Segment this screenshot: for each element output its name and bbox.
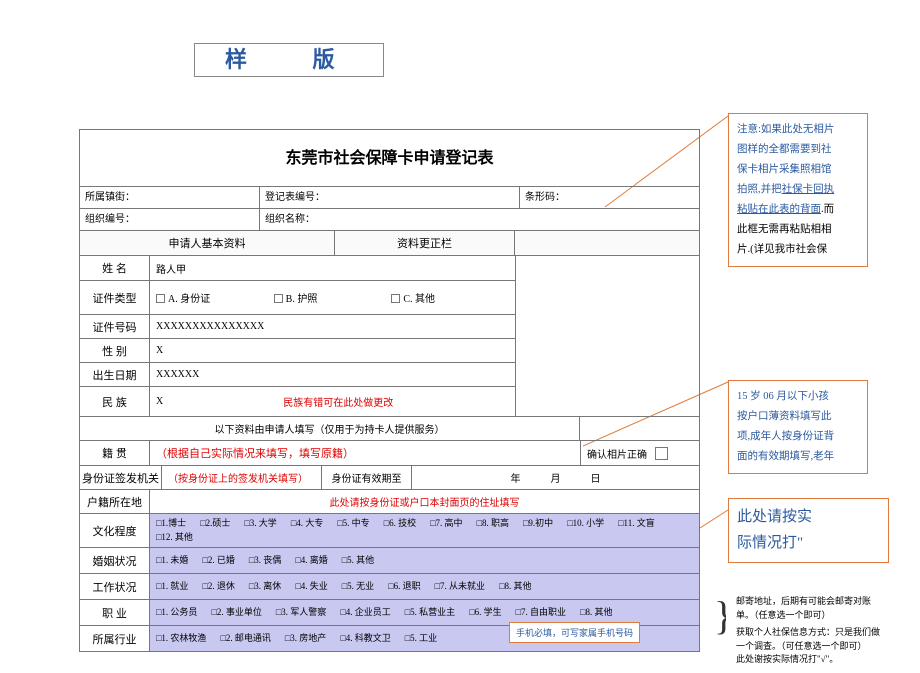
marriage-options[interactable]: □1. 未婚□2. 已婚□3. 丧偶□4. 离婚□5. 其他 xyxy=(150,548,699,573)
photo-placeholder xyxy=(515,256,699,416)
org-code-label: 组织编号： xyxy=(80,209,260,230)
sample-banner: 样 版 xyxy=(194,43,384,77)
name-row: 姓 名 路人甲 xyxy=(80,256,515,280)
basic-info-header: 申请人基本资料 xyxy=(80,231,335,255)
gender-label: 性 别 xyxy=(80,339,150,362)
id-expiry-date: 年月日 xyxy=(412,466,699,489)
gender-value: X xyxy=(150,339,515,362)
occupation-label: 职 业 xyxy=(80,600,150,625)
work-row: 工作状况 □1. 就业□2. 退休□3. 离休□4. 失业□5. 无业□6. 退… xyxy=(80,573,699,599)
photo-area-header xyxy=(515,231,699,255)
native-row: 籍 贯 （根据自己实际情况来填写，填写原籍） 确认相片正确 xyxy=(80,440,699,465)
dob-label: 出生日期 xyxy=(80,363,150,386)
doc-opt-a[interactable]: A. 身份证 xyxy=(156,290,274,305)
registered-hint: 此处请按身份证或户口本封面页的住址填写 xyxy=(150,490,699,513)
form-title: 东莞市社会保障卡申请登记表 xyxy=(80,130,699,186)
registered-label: 户籍所在地 xyxy=(80,490,150,513)
header-row-1: 所属镇街： 登记表编号： 条形码： xyxy=(80,186,699,208)
confirm-photo: 确认相片正确 xyxy=(581,441,699,465)
annotation-mail: 邮寄地址，后期有可能会邮寄对账单。（任意选一个即可） 获取个人社保信息方式：只是… xyxy=(728,589,889,673)
main-form: 东莞市社会保障卡申请登记表 所属镇街： 登记表编号： 条形码： 组织编号： 组织… xyxy=(79,129,700,652)
doc-type-row: 证件类型 A. 身份证 B. 护照 C. 其他 xyxy=(80,280,515,314)
education-row: 文化程度 □1.博士□2.硕士□3. 大学□4. 大专□5. 中专□6. 技校□… xyxy=(80,513,699,547)
marriage-label: 婚姻状况 xyxy=(80,548,150,573)
ethnic-value: X 民族有错可在此处做更改 xyxy=(150,387,515,416)
dob-value: XXXXXX xyxy=(150,363,515,386)
work-options[interactable]: □1. 就业□2. 退休□3. 离休□4. 失业□5. 无业□6. 退职□7. … xyxy=(150,574,699,599)
confirm-checkbox[interactable] xyxy=(655,447,668,460)
service-header: 以下资料由申请人填写（仅用于为持卡人提供服务） xyxy=(80,417,580,440)
annotation-photo: 注意:如果此处无相片 图样的全都需要到社 保卡相片采集照相馆 拍照,并把社保卡回… xyxy=(728,113,868,267)
registered-row: 户籍所在地 此处请按身份证或户口本封面页的住址填写 xyxy=(80,489,699,513)
dob-row: 出生日期 XXXXXX xyxy=(80,362,515,386)
section-header: 申请人基本资料 资料更正栏 xyxy=(80,230,699,255)
education-label: 文化程度 xyxy=(80,514,150,547)
body-left: 姓 名 路人甲 证件类型 A. 身份证 B. 护照 C. 其他 证件号码 XXX… xyxy=(80,256,515,416)
correction-header: 资料更正栏 xyxy=(335,231,515,255)
education-options[interactable]: □1.博士□2.硕士□3. 大学□4. 大专□5. 中专□6. 技校□7. 高中… xyxy=(150,514,699,547)
ethnic-label: 民 族 xyxy=(80,387,150,416)
doc-no-label: 证件号码 xyxy=(80,315,150,338)
doc-type-options: A. 身份证 B. 护照 C. 其他 xyxy=(150,281,515,314)
org-name-label: 组织名称： xyxy=(260,209,699,230)
id-agency-label: 身份证签发机关 xyxy=(80,466,162,489)
ethnic-row: 民 族 X 民族有错可在此处做更改 xyxy=(80,386,515,416)
town-label: 所属镇街： xyxy=(80,187,260,208)
ethnic-note: 民族有错可在此处做更改 xyxy=(283,394,393,409)
header-row-2: 组织编号： 组织名称： xyxy=(80,208,699,230)
body-grid: 姓 名 路人甲 证件类型 A. 身份证 B. 护照 C. 其他 证件号码 XXX… xyxy=(80,255,699,416)
industry-label: 所属行业 xyxy=(80,626,150,651)
brace-icon: } xyxy=(714,592,726,647)
doc-type-label: 证件类型 xyxy=(80,281,150,314)
doc-opt-b[interactable]: B. 护照 xyxy=(274,290,392,305)
reg-no-label: 登记表编号： xyxy=(260,187,520,208)
phone-note: 手机必填，可写家属手机号码 xyxy=(509,622,640,643)
annotation-check: 此处请按实 际情况打" xyxy=(728,498,889,563)
connector-line-3 xyxy=(700,500,730,560)
annotation-age: 15 岁 06 月以下小孩 按户口薄资料填写此 项,成年人按身份证背 面的有效期… xyxy=(728,380,868,474)
native-label: 籍 贯 xyxy=(80,441,150,465)
work-label: 工作状况 xyxy=(80,574,150,599)
id-agency-hint: （按身份证上的签发机关填写） xyxy=(162,466,322,489)
doc-no-value: XXXXXXXXXXXXXXX xyxy=(150,315,515,338)
native-hint: （根据自己实际情况来填写，填写原籍） xyxy=(150,441,581,465)
id-agency-row: 身份证签发机关 （按身份证上的签发机关填写） 身份证有效期至 年月日 xyxy=(80,465,699,489)
doc-no-row: 证件号码 XXXXXXXXXXXXXXX xyxy=(80,314,515,338)
marriage-row: 婚姻状况 □1. 未婚□2. 已婚□3. 丧偶□4. 离婚□5. 其他 xyxy=(80,547,699,573)
id-expiry-label: 身份证有效期至 xyxy=(322,466,412,489)
barcode-label: 条形码： xyxy=(520,187,699,208)
name-value: 路人甲 xyxy=(150,256,515,280)
doc-opt-c[interactable]: C. 其他 xyxy=(391,290,509,305)
name-label: 姓 名 xyxy=(80,256,150,280)
gender-row: 性 别 X xyxy=(80,338,515,362)
